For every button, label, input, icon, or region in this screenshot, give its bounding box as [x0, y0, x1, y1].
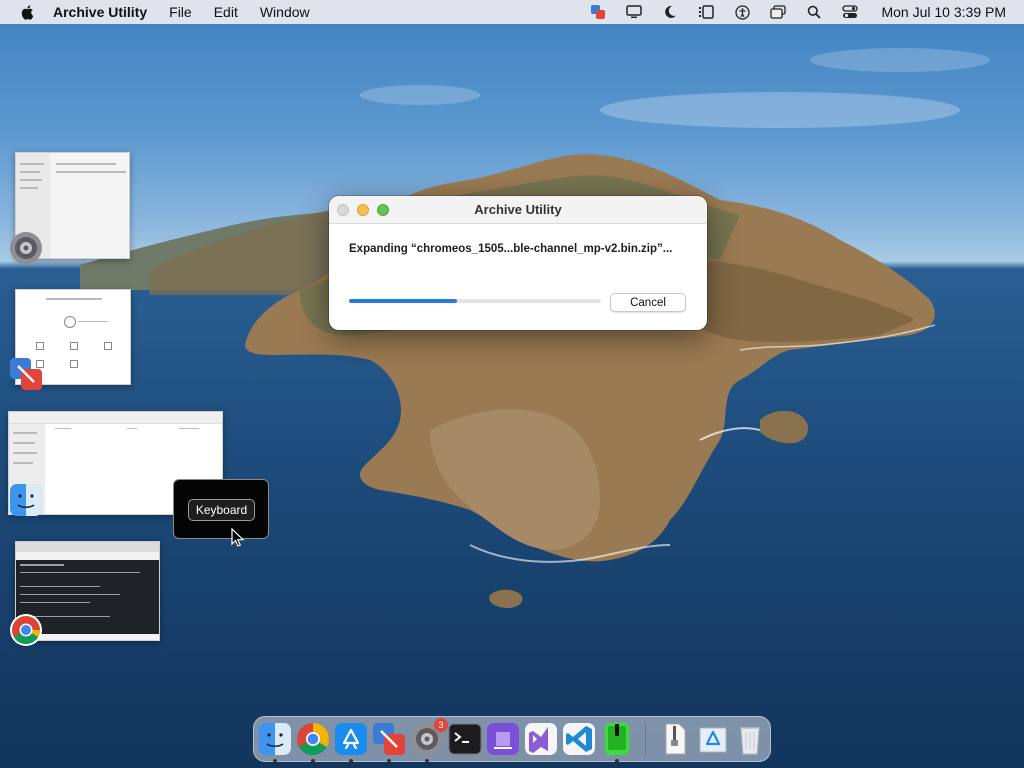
display-icon[interactable]: [625, 4, 643, 20]
chrome-icon: [297, 723, 329, 755]
dock-terminal-icon[interactable]: [448, 722, 482, 756]
wallpaper-island: [80, 48, 990, 608]
trash-icon: [740, 727, 760, 755]
menu-edit[interactable]: Edit: [214, 4, 238, 20]
dock-vscode-icon[interactable]: [562, 722, 596, 756]
keyboard-button[interactable]: Keyboard: [188, 499, 255, 521]
system-preferences-gear-icon: [10, 232, 42, 264]
mouse-pointer-icon: [231, 528, 245, 547]
apple-menu-icon[interactable]: [20, 4, 36, 20]
menu-clock[interactable]: Mon Jul 10 3:39 PM: [881, 4, 1006, 20]
accessibility-icon[interactable]: [733, 4, 751, 20]
dock-separator: [645, 723, 646, 756]
app-store-icon: [335, 723, 367, 755]
app-store-downloads-icon: [699, 727, 727, 753]
dock: 3: [253, 716, 771, 763]
menu-file[interactable]: File: [169, 4, 192, 20]
keyboard-switcher-popup: Keyboard: [173, 479, 269, 539]
dock-trash-icon[interactable]: [733, 722, 767, 756]
archive-utility-window: Archive Utility Expanding “chromeos_1505…: [329, 196, 707, 330]
migration-status-icon[interactable]: [589, 4, 607, 20]
cancel-button[interactable]: Cancel: [610, 293, 686, 312]
notification-badge: 3: [434, 718, 448, 732]
dock-visual-studio-icon[interactable]: [524, 722, 558, 756]
migration-assistant-icon: [373, 723, 405, 755]
migration-assistant-icon: [10, 358, 42, 390]
terminal-icon: [448, 723, 482, 755]
expanding-status-text: Expanding “chromeos_1505...ble-channel_m…: [349, 243, 673, 255]
visual-studio-icon: [525, 723, 557, 755]
vscode-icon: [563, 723, 595, 755]
notes-purple-icon: [487, 723, 519, 755]
finder-icon: [10, 484, 42, 516]
dock-migration-assistant-icon[interactable]: [372, 722, 406, 756]
window-body: Expanding “chromeos_1505...ble-channel_m…: [329, 224, 707, 330]
dock-archive-file-icon[interactable]: [658, 722, 692, 756]
dock-finder-icon[interactable]: [258, 722, 292, 756]
archive-file-icon: [665, 723, 686, 755]
stage-manager-icon[interactable]: [697, 4, 715, 20]
menu-window[interactable]: Window: [260, 4, 310, 20]
control-center-icon[interactable]: [841, 4, 859, 20]
running-indicator: [273, 759, 277, 763]
running-indicator: [615, 759, 619, 763]
menu-bar: Archive Utility File Edit Window Mon Jul…: [0, 0, 1024, 24]
running-indicator: [349, 759, 353, 763]
expansion-progress-bar: [349, 299, 601, 303]
running-indicator: [425, 759, 429, 763]
desktop: [0, 0, 1024, 768]
running-indicator: [387, 759, 391, 763]
window-title: Archive Utility: [474, 202, 562, 217]
dock-chrome-icon[interactable]: [296, 722, 330, 756]
screen-mirroring-icon[interactable]: [769, 4, 787, 20]
window-titlebar[interactable]: Archive Utility: [329, 196, 707, 224]
dock-notes-purple-icon[interactable]: [486, 722, 520, 756]
app-menu-name[interactable]: Archive Utility: [53, 4, 147, 20]
green-phone-icon: [605, 723, 629, 755]
spotlight-search-icon[interactable]: [805, 4, 823, 20]
chrome-icon: [10, 614, 42, 646]
running-indicator: [311, 759, 315, 763]
dock-system-preferences-icon[interactable]: 3: [410, 718, 448, 756]
progress-fill: [349, 299, 458, 303]
dock-green-phone-icon[interactable]: [600, 722, 634, 756]
dock-app-store-icon[interactable]: [334, 722, 368, 756]
dock-app-store-downloads-icon[interactable]: [696, 722, 730, 756]
dark-mode-moon-icon[interactable]: [661, 4, 679, 20]
finder-icon: [259, 723, 291, 755]
